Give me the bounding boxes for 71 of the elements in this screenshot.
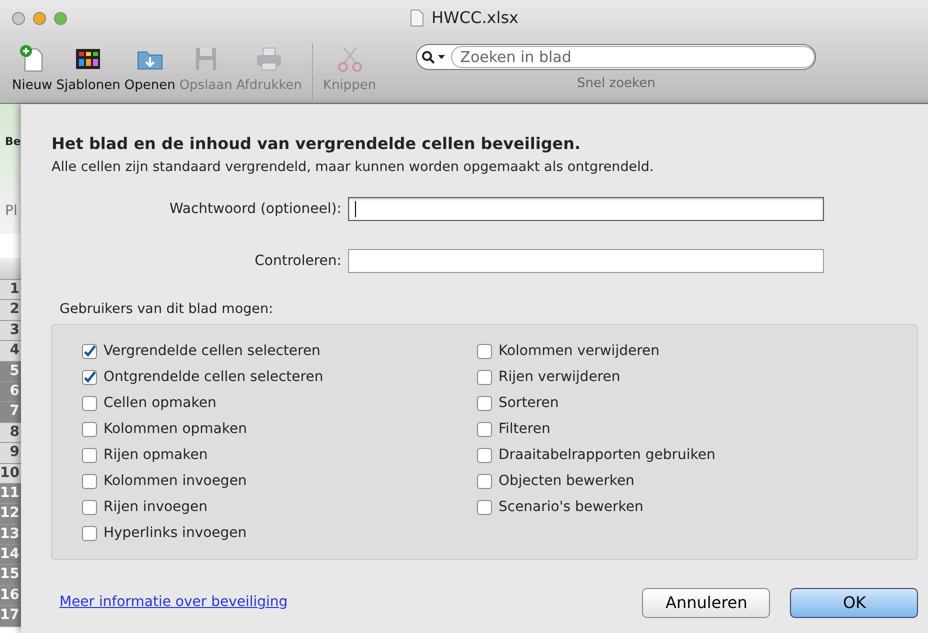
option-label: Filteren [498,420,550,439]
row-header[interactable]: 8 [0,422,22,444]
checkbox[interactable] [477,500,492,515]
group-label: Gebruikers van dit blad mogen: [59,300,274,320]
field-label: Controleren: [254,252,342,271]
zoom-button[interactable] [54,12,67,25]
checkbox[interactable] [477,396,492,411]
checkbox[interactable] [477,474,492,489]
row-header[interactable]: 4 [0,341,22,362]
option-label: Sorteren [498,394,559,413]
option-label: Rijen opmaken [103,446,208,465]
row-header[interactable]: 9 [0,443,22,464]
option-label: Objecten bewerken [498,472,634,491]
help-link[interactable]: Meer informatie over beveiliging [59,592,288,613]
checkbox[interactable] [477,422,492,437]
option-label: Scenario's bewerken [498,498,644,517]
cancel-button[interactable]: Annuleren [642,588,770,618]
checkbox[interactable] [82,448,98,463]
option-label: Kolommen invoegen [103,472,247,491]
checkbox[interactable] [82,500,98,515]
row-header[interactable]: 12 [0,504,22,525]
input-field[interactable] [348,197,824,222]
checkbox[interactable] [477,448,492,463]
checkbox[interactable] [82,370,98,385]
search-field[interactable]: Zoeken in blad [416,44,816,70]
row-header[interactable]: 11 [0,484,22,504]
toolbar-button[interactable]: Nieuw [10,44,54,96]
row-header[interactable]: 10 [0,464,22,484]
row-header[interactable]: 7 [0,402,22,423]
row-header[interactable]: 5 [0,362,22,382]
checkbox[interactable] [82,344,98,359]
minimize-button[interactable] [33,12,46,25]
option-label: Draaitabelrapporten gebruiken [498,446,716,465]
checkbox[interactable] [82,474,98,489]
row-header[interactable]: 2 [0,300,22,321]
option-label: Cellen opmaken [103,394,216,413]
field-label: Wachtwoord (optioneel): [168,200,342,219]
dialog-title: Het blad en de inhoud van vergrendelde cellen beveiligen. [51,133,582,155]
document-icon [410,9,424,27]
row-header[interactable]: 15 [0,565,22,586]
checkbox[interactable] [82,422,98,437]
row-header[interactable]: 6 [0,382,22,402]
option-label: Kolommen opmaken [103,420,247,439]
toolbar-button[interactable]: Sjablonen [54,44,122,96]
toolbar-button[interactable]: Openen [122,44,178,96]
column-header [0,258,22,280]
checkbox[interactable] [477,344,492,359]
option-label: Rijen invoegen [103,498,208,517]
window-title: HWCC.xlsx [432,7,518,29]
search-caption: Snel zoeken [577,75,656,93]
row-header[interactable]: 13 [0,524,22,546]
row-header[interactable]: 1 [0,280,22,300]
row-header[interactable]: 14 [0,545,22,566]
option-label: Rijen verwijderen [498,368,620,387]
dialog-subtitle: Alle cellen zijn standaard vergrendeld, maar kunnen worden opgemaakt als ontgrendeld. [51,158,655,177]
ribbon-label: Pl [5,202,18,220]
close-button[interactable] [12,12,25,25]
option-label: Ontgrendelde cellen selecteren [103,368,324,387]
row-header[interactable]: 16 [0,586,22,606]
search-icon [421,50,448,64]
ribbon-label: Be [5,134,22,150]
option-label: Hyperlinks invoegen [103,524,247,543]
option-label: Vergrendelde cellen selecteren [103,342,320,361]
option-label: Kolommen verwijderen [498,342,660,361]
checkbox[interactable] [477,370,492,385]
input-field[interactable] [348,249,824,274]
checkbox[interactable] [82,526,98,541]
checkbox[interactable] [82,396,98,411]
row-header[interactable]: 3 [0,320,22,342]
row-header[interactable]: 17 [0,606,22,627]
ok-button[interactable]: OK [790,588,918,618]
